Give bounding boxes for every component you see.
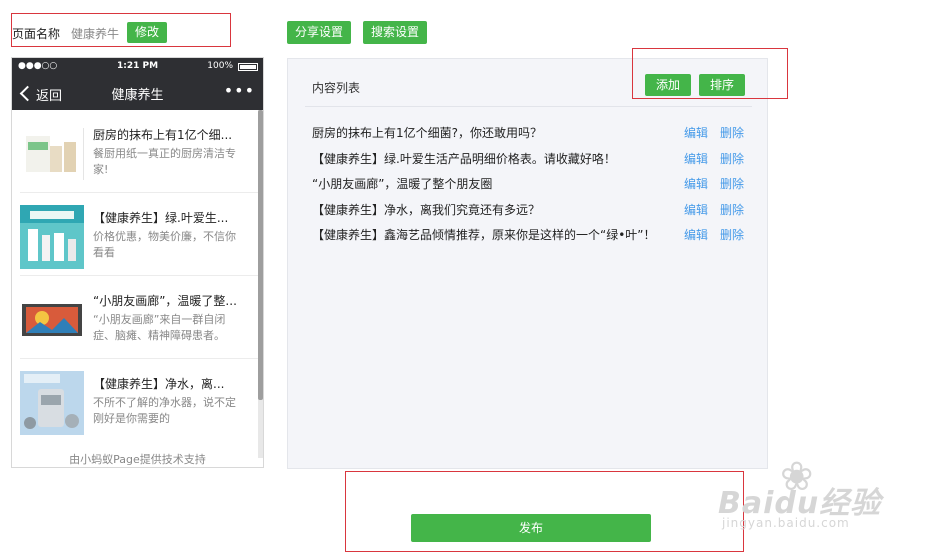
edit-link[interactable]: 编辑 — [684, 201, 708, 218]
article-title: 【健康养生】净水，离... — [93, 377, 225, 391]
delete-link[interactable]: 删除 — [720, 175, 744, 192]
content-row-title: 【健康养生】绿.叶爱生活产品明细价格表。请收藏好咯！ — [312, 152, 616, 166]
tech-support-note: 由小蚂蚁Page提供技术支持 — [69, 453, 206, 466]
article-thumbnail — [20, 205, 84, 269]
article-thumbnail — [20, 371, 84, 435]
content-list-panel: 内容列表 添加 排序 厨房的抹布上有1亿个细菌?，你还敢用吗？ 编辑 删除 【健… — [287, 58, 768, 469]
delete-link[interactable]: 删除 — [720, 201, 744, 218]
content-row: 【健康养生】鑫海艺品倾情推荐，原来你是这样的一个“绿•叶”！ 编辑 删除 — [312, 226, 752, 244]
annotation-box — [632, 48, 788, 99]
phone-header: ●●●○○ 1:21 PM 100% 返回 健康养生 ••• — [12, 58, 263, 110]
delete-link[interactable]: 删除 — [720, 226, 744, 243]
content-row: 【健康养生】净水，离我们究竟还有多远？ 编辑 删除 — [312, 201, 752, 219]
article-title: 【健康养生】绿.叶爱生... — [93, 211, 229, 225]
content-row-title: 厨房的抹布上有1亿个细菌?，你还敢用吗？ — [312, 126, 543, 140]
content-row: 【健康养生】绿.叶爱生活产品明细价格表。请收藏好咯！ 编辑 删除 — [312, 150, 752, 168]
share-settings-button[interactable]: 分享设置 — [287, 21, 351, 44]
delete-link[interactable]: 删除 — [720, 150, 744, 167]
more-icon[interactable]: ••• — [224, 81, 255, 100]
edit-link[interactable]: 编辑 — [684, 226, 708, 243]
article-thumbnail — [20, 288, 84, 352]
article-item[interactable]: 【健康养生】绿.叶爱生... 价格优惠，物美价廉，不信你看看 — [20, 193, 258, 276]
phone-preview: ●●●○○ 1:21 PM 100% 返回 健康养生 ••• 厨房的抹布上有1亿… — [11, 57, 264, 468]
edit-link[interactable]: 编辑 — [684, 124, 708, 141]
article-title: “小朋友画廊”，温暖了整... — [93, 294, 237, 308]
content-list-title: 内容列表 — [312, 81, 361, 95]
annotation-box — [11, 13, 231, 47]
article-desc: 餐厨用纸一真正的厨房清洁专家! — [93, 147, 236, 176]
article-item[interactable]: “小朋友画廊”，温暖了整... “小朋友画廊”来自一群自闭症、脑瘫、精神障碍患者… — [20, 276, 258, 359]
edit-link[interactable]: 编辑 — [684, 150, 708, 167]
edit-link[interactable]: 编辑 — [684, 175, 708, 192]
watermark: ❀ Baidu经验 jingyan.baidu.com — [718, 450, 918, 550]
article-title: 厨房的抹布上有1亿个细... — [93, 128, 233, 142]
article-desc: 价格优惠，物美价廉，不信你看看 — [93, 230, 236, 259]
status-bar: ●●●○○ 1:21 PM 100% — [12, 58, 263, 76]
article-desc: 不所不了解的净水器，说不定刚好是你需要的 — [93, 396, 236, 425]
phone-navbar: 返回 健康养生 ••• — [12, 76, 263, 110]
watermark-url: jingyan.baidu.com — [722, 516, 850, 530]
article-desc: “小朋友画廊”来自一群自闭症、脑瘫、精神障碍患者。 — [93, 313, 226, 342]
content-row-title: 【健康养生】净水，离我们究竟还有多远？ — [312, 203, 541, 217]
content-row-title: 【健康养生】鑫海艺品倾情推荐，原来你是这样的一个“绿•叶”！ — [312, 228, 656, 242]
article-item[interactable]: 【健康养生】净水，离... 不所不了解的净水器，说不定刚好是你需要的 — [20, 359, 258, 442]
battery-icon — [238, 63, 258, 71]
battery-text: 100% — [207, 61, 233, 71]
search-settings-button[interactable]: 搜索设置 — [363, 21, 427, 44]
divider — [305, 106, 752, 107]
delete-link[interactable]: 删除 — [720, 124, 744, 141]
content-row: “小朋友画廊”，温暖了整个朋友圈 编辑 删除 — [312, 175, 752, 193]
content-row: 厨房的抹布上有1亿个细菌?，你还敢用吗？ 编辑 删除 — [312, 124, 752, 142]
content-row-title: “小朋友画廊”，温暖了整个朋友圈 — [312, 177, 493, 191]
publish-button[interactable]: 发布 — [411, 514, 651, 542]
scrollbar[interactable] — [258, 110, 263, 458]
article-item[interactable]: 厨房的抹布上有1亿个细... 餐厨用纸一真正的厨房清洁专家! — [20, 110, 258, 193]
article-thumbnail — [20, 122, 84, 186]
